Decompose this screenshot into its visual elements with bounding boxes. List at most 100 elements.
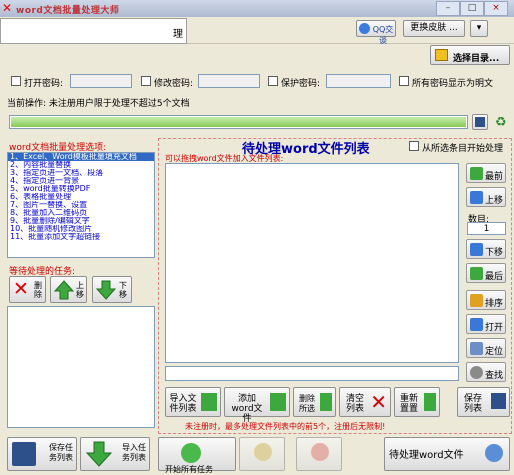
find-label: 查找 <box>485 371 504 381</box>
delete-task-button[interactable]: ✕ 删除 <box>9 276 46 303</box>
pause-button[interactable] <box>239 437 285 471</box>
tasks-listbox[interactable] <box>7 306 155 428</box>
delete-selected-button[interactable]: 删除所选 <box>293 387 336 417</box>
chevron-down-icon: ▾ <box>476 23 482 33</box>
file-path-field[interactable] <box>165 366 459 381</box>
open-password-field[interactable] <box>70 74 132 88</box>
window-controls: – □ × <box>434 0 514 16</box>
from-selected-label: 从所选条目开始处理 <box>422 144 504 154</box>
folder-icon <box>435 49 448 61</box>
save-list-label: 保存列表 <box>463 394 482 414</box>
add-word-file-button[interactable]: 添加word文件 <box>224 387 290 424</box>
save-tasks-label: 保存任务列表 <box>49 443 73 462</box>
save-list-button[interactable]: 保存列表 <box>457 387 510 417</box>
toolbar: 理 QQ交谈 更换皮肤 ... ▾ <box>0 17 514 45</box>
show-plain-checkbox[interactable] <box>399 76 409 86</box>
close-button[interactable]: × <box>484 1 508 16</box>
clear-icon: ✕ <box>370 390 387 414</box>
modify-password-label: 修改密码: <box>154 79 194 89</box>
list-item[interactable]: 1、Excel、Word模板批量填充文档 <box>8 153 154 161</box>
down-label: 下移 <box>485 248 504 258</box>
move-task-up-button[interactable]: 上移 <box>50 276 87 303</box>
find-button[interactable]: 查找 <box>466 362 506 382</box>
delete-label: 删除 <box>34 281 42 299</box>
import-list-label: 导入文件列表 <box>169 394 197 414</box>
save-task-list-button[interactable]: 保存任务列表 <box>7 437 77 471</box>
up-label: 上移 <box>76 281 84 299</box>
import-icon <box>201 393 217 411</box>
save-progress-button[interactable] <box>472 114 488 130</box>
list-item[interactable]: 4、指定页进一背景 <box>8 177 154 185</box>
change-skin-button[interactable]: 更换皮肤 ... <box>403 20 465 37</box>
arrow-top-icon <box>470 167 483 180</box>
modify-password-checkbox[interactable] <box>141 76 151 86</box>
progress-fill <box>11 117 466 127</box>
bottom-label: 最后 <box>485 272 504 282</box>
delete-selected-label: 删除所选 <box>299 394 315 413</box>
maximize-button[interactable]: □ <box>460 1 484 16</box>
arrow-bottom-icon <box>470 267 483 280</box>
progress-bar <box>9 115 468 129</box>
show-plain-label: 所有密码显示为明文 <box>412 79 494 89</box>
minimize-button[interactable]: – <box>436 1 460 16</box>
open-password-checkbox[interactable] <box>11 76 21 86</box>
arrow-up-icon <box>470 191 483 204</box>
move-bottom-button[interactable]: 最后 <box>466 263 506 283</box>
stop-icon <box>311 443 329 461</box>
start-label: 开始所有任务 <box>165 465 213 474</box>
search-icon <box>470 366 483 379</box>
app-icon: ✕ <box>2 1 13 15</box>
save-icon <box>12 442 36 466</box>
options-listbox[interactable]: 1、Excel、Word模板批量填充文档 2、内容批量替换 3、指定页进一文档、… <box>7 152 155 258</box>
protect-password-field[interactable] <box>326 74 391 88</box>
move-up-button[interactable]: 上移 <box>466 187 506 207</box>
add-icon <box>270 393 286 411</box>
start-all-tasks-button[interactable]: 开始所有任务 <box>158 437 236 474</box>
tab-strip[interactable]: 理 <box>0 18 187 44</box>
import-tasks-label: 导入任务列表 <box>122 443 146 462</box>
protect-password-checkbox[interactable] <box>268 76 278 86</box>
qq-chat-button[interactable]: QQ交谈 <box>356 20 396 45</box>
import-task-list-button[interactable]: 导入任务列表 <box>80 437 150 471</box>
current-operation-text: 当前操作: 未注册用户限于处理不超过5个文档 <box>7 99 190 109</box>
unregistered-note: 未注册时，最多处理文件列表中的前5个，注册后无限制! <box>185 422 386 431</box>
sort-icon <box>470 294 483 307</box>
skin-label: 更换皮肤 ... <box>410 23 458 33</box>
from-selected-checkbox[interactable] <box>409 141 419 151</box>
file-listbox[interactable] <box>165 163 459 363</box>
refresh-icon <box>424 393 436 411</box>
list-item[interactable]: 8、批量加入二维码页 <box>8 209 154 217</box>
list-item[interactable]: 10、批量随机修改图片 <box>8 225 154 233</box>
modify-password-field[interactable] <box>198 74 260 88</box>
pending-word-files-button[interactable]: 待处理word文件 <box>384 437 510 471</box>
clear-list-button[interactable]: 清空列表 ✕ <box>339 387 391 417</box>
sort-button[interactable]: 排序 <box>466 290 506 310</box>
list-item[interactable]: 9、批量删除/编辑文字 <box>8 217 154 225</box>
select-directory-button[interactable]: 选择目录... <box>430 45 510 65</box>
move-top-button[interactable]: 最前 <box>466 163 506 183</box>
open-button[interactable]: 打开 <box>466 314 506 334</box>
list-item[interactable]: 11、批量添加文字超链接 <box>8 233 154 241</box>
import-file-list-button[interactable]: 导入文件列表 <box>165 387 221 417</box>
move-down-button[interactable]: 下移 <box>466 239 506 259</box>
list-item[interactable]: 5、word批量转换PDF <box>8 185 154 193</box>
refresh-label: 重新置置 <box>399 394 418 414</box>
count-field[interactable]: 1 <box>467 222 506 235</box>
refresh-button[interactable]: 重新置置 <box>394 387 440 417</box>
clear-list-label: 清空列表 <box>345 394 364 414</box>
tab-label: 理 <box>173 29 183 40</box>
list-item[interactable]: 3、指定页进一文档、段落 <box>8 169 154 177</box>
list-item[interactable]: 2、内容批量替换 <box>8 161 154 169</box>
pause-icon <box>254 443 272 461</box>
locate-button[interactable]: 定位 <box>466 338 506 358</box>
save-icon <box>491 393 506 409</box>
skin-arrow-button[interactable]: ▾ <box>470 20 488 37</box>
protect-password-label: 保护密码: <box>281 79 321 89</box>
list-item[interactable]: 7、图片一替换、设置 <box>8 201 154 209</box>
add-file-label: 添加word文件 <box>231 394 263 424</box>
delete-file-icon <box>320 393 332 411</box>
recycle-button[interactable]: ♻ <box>494 114 510 130</box>
move-task-down-button[interactable]: 下移 <box>92 276 132 303</box>
list-item[interactable]: 6、表格批量处理 <box>8 193 154 201</box>
stop-button[interactable] <box>296 437 342 471</box>
